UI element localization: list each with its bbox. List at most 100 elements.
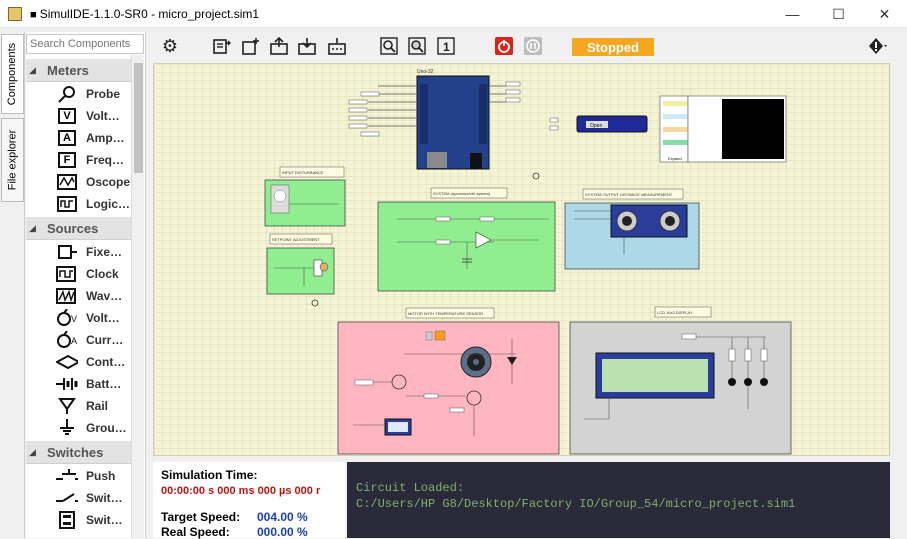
scrollbar-thumb[interactable] <box>134 63 143 173</box>
component-label: Swit… <box>86 513 123 527</box>
section-title: SYSTEM (dynamics/ctrl system) <box>433 191 491 196</box>
simulation-status-badge: Stopped <box>572 38 654 56</box>
rail-icon <box>56 397 78 415</box>
switch-icon <box>56 489 78 507</box>
new-circuit-icon[interactable] <box>241 36 261 56</box>
motor-temperature-block[interactable]: MOTOR WITH TEMPERATURE SENSOR <box>337 307 560 455</box>
plotter-component[interactable]: Expand <box>659 95 787 163</box>
maximize-button[interactable]: ☐ <box>816 0 861 28</box>
close-button[interactable]: ✕ <box>862 0 907 28</box>
component-label: Logic… <box>86 197 130 211</box>
category-label: Switches <box>47 444 104 460</box>
target-speed-value[interactable]: 004.00 % <box>257 510 308 524</box>
component-battery[interactable]: Batt… <box>26 373 144 395</box>
search-input[interactable] <box>26 34 144 54</box>
category-sources[interactable]: ◢ Sources <box>26 217 144 240</box>
component-label: Probe <box>86 87 121 101</box>
probe-icon <box>56 85 78 103</box>
serial-port-component[interactable]: Open <box>549 115 648 133</box>
component-probe[interactable]: Probe <box>26 83 144 105</box>
component-label: Cont… <box>86 355 126 369</box>
component-label: Rail <box>86 399 109 413</box>
probe-marker[interactable] <box>311 299 319 307</box>
component-label: Swit… <box>86 491 123 505</box>
title-bar: SimulIDE-1.1.0-SR0 - micro_project.sim1 … <box>0 0 907 28</box>
canvas-scrollbar[interactable] <box>890 63 905 456</box>
pause-button-icon[interactable] <box>523 36 543 56</box>
component-ground[interactable]: Grou… <box>26 417 144 439</box>
component-voltage-source[interactable]: V Volt… <box>26 307 144 329</box>
plotter-expand-label: Expand <box>668 156 682 161</box>
frequency-meter-icon: F <box>56 151 78 169</box>
component-wave-generator[interactable]: Wav… <box>26 285 144 307</box>
oscope-icon <box>56 173 78 191</box>
ammeter-icon: A <box>56 129 78 147</box>
zoom-one-icon[interactable]: 1 <box>436 36 456 56</box>
component-controlled-source[interactable]: Cont… <box>26 351 144 373</box>
zoom-fit-icon[interactable] <box>379 36 399 56</box>
target-speed-label: Target Speed: <box>161 510 241 524</box>
component-oscope[interactable]: Oscope <box>26 171 144 193</box>
component-panel: ◢ Meters Probe V Volt… A Amp… F Freq… Oscop… <box>26 32 146 538</box>
component-label: Oscope <box>86 175 131 189</box>
tab-file-explorer[interactable]: File explorer <box>1 118 24 202</box>
component-label: Amp… <box>86 131 125 145</box>
collapse-arrow-icon: ◢ <box>29 64 36 75</box>
board-label: Uno-32 <box>417 69 434 75</box>
save-as-icon[interactable] <box>212 36 232 56</box>
category-switches[interactable]: ◢ Switches <box>26 441 144 464</box>
category-label: Meters <box>47 62 89 78</box>
distance-measurement-block[interactable]: SYSTEM OUTPUT DISTANCE MEASUREMENT <box>564 188 700 270</box>
component-label: Push <box>86 469 116 483</box>
settings-gear-icon[interactable]: ⚙ <box>160 36 180 56</box>
component-rail[interactable]: Rail <box>26 395 144 417</box>
category-label: Sources <box>47 220 99 236</box>
logic-analyzer-icon <box>56 195 78 213</box>
toolbar: ⚙ 1 Stopped <box>150 32 907 60</box>
console-line: C:/Users/HP G8/Desktop/Factory IO/Group_… <box>356 497 796 511</box>
real-speed-value: 000.00 % <box>257 525 308 539</box>
setpoint-adjustment-block[interactable]: SETPOINT ADJUSTMENT <box>266 233 335 295</box>
power-button-icon[interactable] <box>494 36 514 56</box>
open-circuit-icon[interactable] <box>269 36 289 56</box>
section-title: LCD 16x2 DISPLAY <box>657 310 693 315</box>
component-clock[interactable]: Clock <box>26 263 144 285</box>
console-line: Circuit Loaded: <box>356 481 465 495</box>
lcd-display-block[interactable]: LCD 16x2 DISPLAY <box>569 306 792 455</box>
component-switch-dip[interactable]: Swit… <box>26 509 144 531</box>
simulation-time-value: 00:00:00 s 000 ms 000 µs 000 r <box>161 485 321 497</box>
real-speed-label: Real Speed: <box>161 525 230 539</box>
save-circuit-icon[interactable] <box>297 36 317 56</box>
tab-components[interactable]: Components <box>1 34 24 114</box>
input-disturbance-block[interactable]: INPUT DISTURBANCE <box>264 166 346 227</box>
minimize-button[interactable]: — <box>770 0 815 28</box>
system-dynamics-block[interactable]: SYSTEM (dynamics/ctrl system) <box>377 187 556 292</box>
category-meters[interactable]: ◢ Meters <box>26 59 144 82</box>
component-switch[interactable]: Swit… <box>26 487 144 509</box>
component-push[interactable]: Push <box>26 465 144 487</box>
probe-marker[interactable] <box>532 172 540 180</box>
voltmeter-icon: V <box>56 107 78 125</box>
serial-open-button[interactable]: Open <box>590 123 602 129</box>
component-fixed-voltage[interactable]: Fixe… <box>26 241 144 263</box>
component-voltmeter[interactable]: V Volt… <box>26 105 144 127</box>
component-frequency-meter[interactable]: F Freq… <box>26 149 144 171</box>
output-console[interactable]: Circuit Loaded: C:/Users/HP G8/Desktop/F… <box>347 462 890 538</box>
zoom-selection-icon[interactable] <box>407 36 427 56</box>
ground-icon <box>56 419 78 437</box>
tab-components-label: Components <box>6 42 19 106</box>
export-icon[interactable] <box>327 36 347 56</box>
component-scrollbar[interactable] <box>131 55 144 538</box>
info-menu-icon[interactable] <box>868 36 888 56</box>
component-logic-analyzer[interactable]: Logic… <box>26 193 144 215</box>
svg-text:A: A <box>71 336 77 346</box>
component-current-source[interactable]: A Curr… <box>26 329 144 351</box>
circuit-canvas[interactable]: Uno-32 Open Expand INPUT DISTURBANCE SET… <box>153 63 890 456</box>
arduino-board[interactable]: Uno-32 <box>348 69 521 170</box>
component-ammeter[interactable]: A Amp… <box>26 127 144 149</box>
simulation-time-label: Simulation Time: <box>161 468 258 482</box>
component-label: Grou… <box>86 421 127 435</box>
push-button-icon <box>56 467 78 485</box>
battery-icon <box>56 375 78 393</box>
component-label: Volt… <box>86 109 120 123</box>
